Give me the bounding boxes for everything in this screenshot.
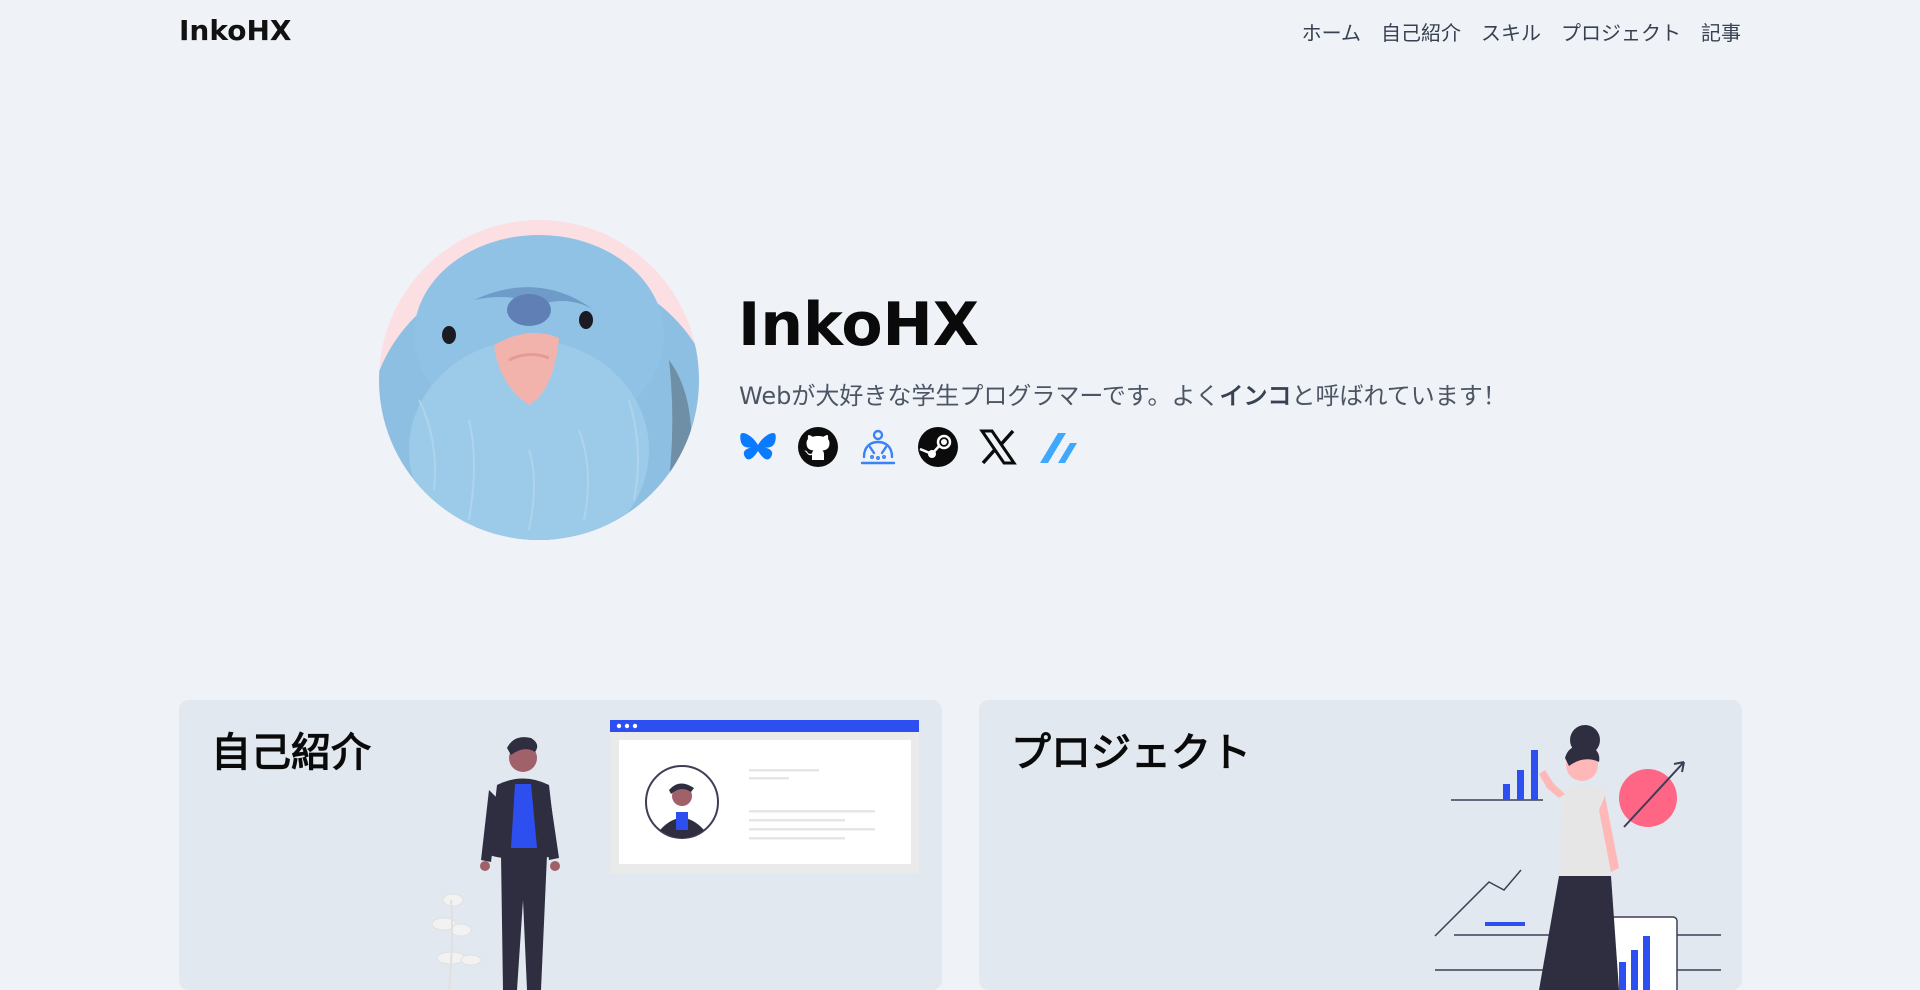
nav-about[interactable]: 自己紹介 bbox=[1381, 17, 1461, 46]
projects-card[interactable]: プロジェクト bbox=[979, 700, 1742, 990]
tagline-nickname: インコ bbox=[1219, 382, 1292, 410]
site-logo[interactable]: InkoHX bbox=[179, 14, 291, 47]
hero-tagline: Webが大好きな学生プログラマーです。よくインコと呼ばれています！ bbox=[739, 376, 1507, 411]
x-icon[interactable] bbox=[978, 427, 1018, 467]
nav-skills[interactable]: スキル bbox=[1481, 17, 1541, 46]
about-card-title: 自己紹介 bbox=[211, 730, 371, 776]
misskey-icon[interactable] bbox=[858, 427, 898, 467]
parakeet-avatar-image bbox=[379, 220, 699, 540]
nav-home[interactable]: ホーム bbox=[1302, 17, 1361, 46]
about-card[interactable]: 自己紹介 bbox=[179, 700, 942, 990]
bluesky-icon[interactable] bbox=[738, 427, 778, 467]
github-icon[interactable] bbox=[798, 427, 838, 467]
site-header: InkoHX ホーム 自己紹介 スキル プロジェクト 記事 bbox=[0, 0, 1920, 62]
tagline-text-end: と呼ばれています！ bbox=[1291, 382, 1507, 410]
social-links bbox=[738, 427, 1078, 467]
hero-name: InkoHX bbox=[738, 290, 980, 360]
main-nav: ホーム 自己紹介 スキル プロジェクト 記事 bbox=[1302, 17, 1741, 46]
projects-card-title: プロジェクト bbox=[1011, 730, 1251, 776]
nav-articles[interactable]: 記事 bbox=[1701, 17, 1741, 46]
avatar bbox=[379, 220, 699, 540]
tagline-text: Webが大好きな学生プログラマーです。よく bbox=[739, 382, 1220, 410]
zenn-icon[interactable] bbox=[1038, 427, 1078, 467]
steam-icon[interactable] bbox=[918, 427, 958, 467]
nav-projects[interactable]: プロジェクト bbox=[1561, 17, 1681, 46]
